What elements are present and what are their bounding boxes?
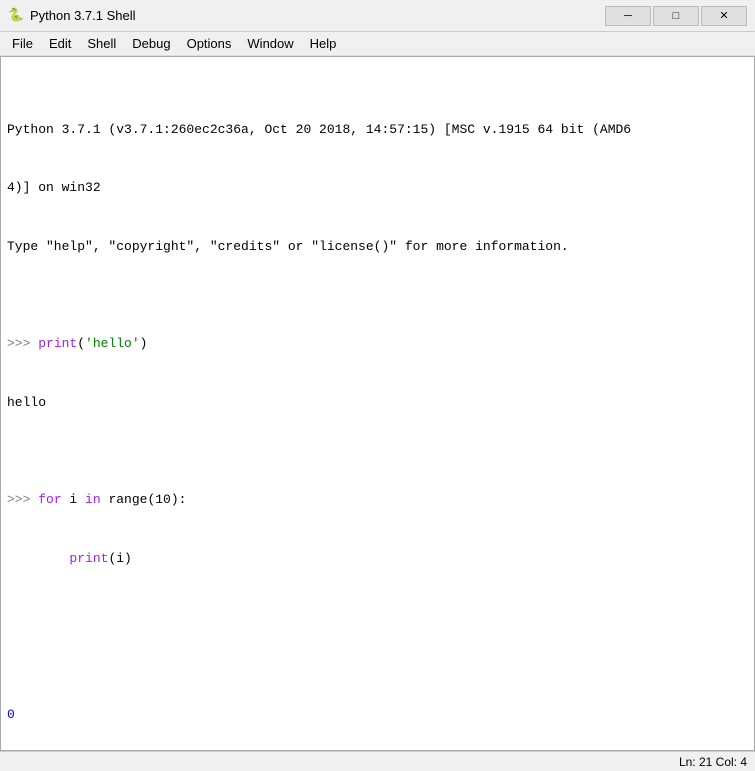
- num-output-0: 0: [7, 705, 748, 725]
- kw-for: for: [38, 492, 61, 507]
- menu-bar: File Edit Shell Debug Options Window Hel…: [0, 32, 755, 56]
- kw-print-1: print: [38, 336, 77, 351]
- indent-print: print(i): [7, 549, 748, 569]
- menu-shell[interactable]: Shell: [79, 32, 124, 55]
- shell-container: Python 3.7.1 (v3.7.1:260ec2c36a, Oct 20 …: [0, 56, 755, 751]
- title-bar: 🐍 Python 3.7.1 Shell ─ □ ✕: [0, 0, 755, 32]
- python-icon: 🐍: [8, 8, 24, 24]
- menu-debug[interactable]: Debug: [124, 32, 178, 55]
- window-title: Python 3.7.1 Shell: [30, 8, 136, 23]
- cursor-position: Ln: 21 Col: 4: [679, 755, 747, 769]
- status-bar: Ln: 21 Col: 4: [0, 751, 755, 771]
- loop-var: i: [62, 492, 85, 507]
- prompt-line-1: >>> print('hello'): [7, 334, 748, 354]
- shell-output[interactable]: Python 3.7.1 (v3.7.1:260ec2c36a, Oct 20 …: [1, 57, 754, 750]
- kw-in: in: [85, 492, 101, 507]
- menu-window[interactable]: Window: [239, 32, 301, 55]
- range-call: range(10):: [101, 492, 187, 507]
- close-button[interactable]: ✕: [701, 6, 747, 26]
- window-controls: ─ □ ✕: [605, 6, 747, 26]
- menu-options[interactable]: Options: [179, 32, 240, 55]
- menu-help[interactable]: Help: [302, 32, 345, 55]
- title-bar-left: 🐍 Python 3.7.1 Shell: [8, 8, 136, 24]
- maximize-button[interactable]: □: [653, 6, 699, 26]
- prompt-line-2: >>> for i in range(10):: [7, 490, 748, 510]
- blank-line-1: [7, 607, 748, 627]
- startup-line3: Type "help", "copyright", "credits" or "…: [7, 237, 748, 257]
- menu-edit[interactable]: Edit: [41, 32, 79, 55]
- prompt-arrow-1: >>>: [7, 336, 38, 351]
- paren-1: (: [77, 336, 85, 351]
- startup-line1: Python 3.7.1 (v3.7.1:260ec2c36a, Oct 20 …: [7, 120, 748, 140]
- minimize-button[interactable]: ─: [605, 6, 651, 26]
- output-hello: hello: [7, 393, 748, 413]
- startup-line2: 4)] on win32: [7, 178, 748, 198]
- str-hello: 'hello': [85, 336, 140, 351]
- kw-print-2: print: [69, 551, 108, 566]
- paren-2: ): [140, 336, 148, 351]
- menu-file[interactable]: File: [4, 32, 41, 55]
- prompt-arrow-2: >>>: [7, 492, 38, 507]
